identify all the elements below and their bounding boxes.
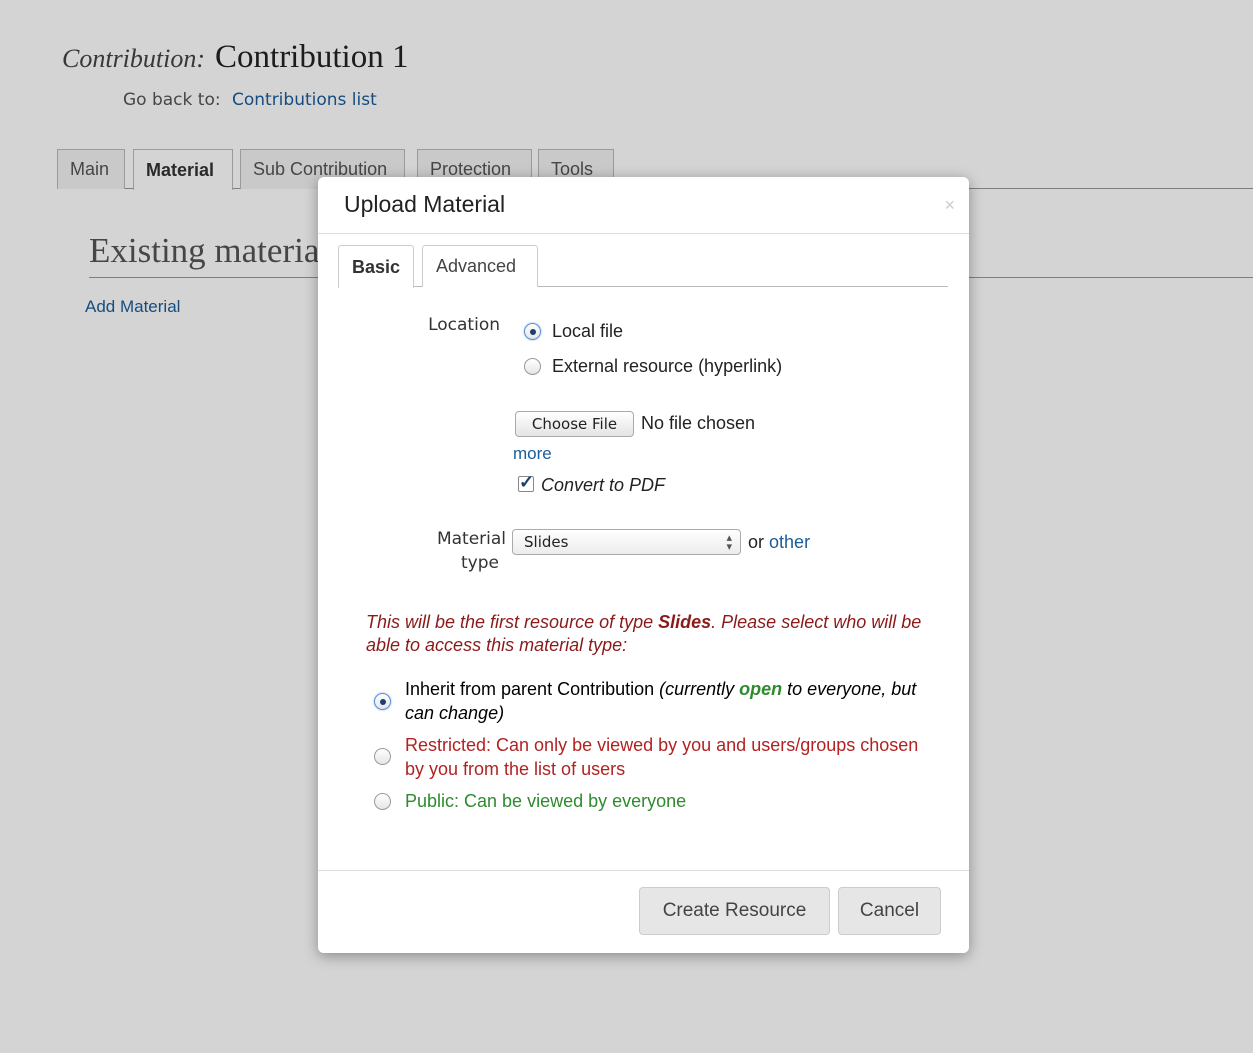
- access-warning: This will be the first resource of type …: [366, 611, 926, 657]
- radio-unchecked-icon: [374, 748, 391, 765]
- access-option-inherit[interactable]: Inherit from parent Contribution (curren…: [374, 677, 934, 729]
- radio-checked-icon: [524, 323, 541, 340]
- material-type-select[interactable]: Slides ▴ ▾: [512, 529, 741, 555]
- material-type-label-line2: type: [461, 553, 499, 573]
- local-file-label: Local file: [552, 321, 624, 341]
- inherit-status: open: [739, 679, 783, 699]
- external-resource-label: External resource (hyperlink): [552, 356, 783, 376]
- radio-unchecked-icon: [524, 358, 541, 375]
- upload-material-dialog: Upload Material × Basic Advanced Locatio…: [318, 177, 969, 953]
- external-resource-radio[interactable]: [524, 358, 541, 380]
- other-type-link[interactable]: other: [769, 532, 810, 552]
- local-file-radio[interactable]: [524, 323, 541, 345]
- warning-prefix: This will be the first resource of type: [366, 612, 659, 632]
- inherit-text: Inherit from parent Contribution (curren…: [405, 677, 925, 725]
- dialog-footer: Create Resource Cancel: [318, 870, 969, 953]
- location-label: Location: [428, 315, 500, 335]
- dialog-tabs: Basic Advanced: [338, 245, 948, 288]
- choose-file-button[interactable]: Choose File: [515, 411, 634, 437]
- more-link[interactable]: more: [513, 444, 552, 464]
- or-other: or other: [748, 532, 810, 553]
- create-resource-button[interactable]: Create Resource: [639, 887, 830, 935]
- restricted-text: Restricted: Can only be viewed by you an…: [405, 735, 919, 779]
- warning-type: Slides: [658, 612, 712, 632]
- select-arrows-icon: ▴ ▾: [726, 531, 732, 553]
- material-type-label-line1: Material: [436, 529, 506, 549]
- radio-unchecked-icon: [374, 793, 391, 810]
- convert-to-pdf-checkbox[interactable]: [518, 472, 534, 493]
- material-type-label: Material type: [388, 527, 506, 575]
- convert-to-pdf-label: Convert to PDF: [541, 475, 666, 495]
- tab-basic[interactable]: Basic: [338, 245, 414, 288]
- material-type-selected: Slides: [524, 533, 569, 551]
- inherit-note-prefix: (currently: [659, 679, 740, 699]
- tab-advanced[interactable]: Advanced: [422, 245, 538, 287]
- close-icon[interactable]: ×: [944, 195, 955, 216]
- dialog-title: Upload Material: [344, 191, 506, 217]
- cancel-button[interactable]: Cancel: [838, 887, 941, 935]
- radio-checked-icon: [374, 693, 391, 710]
- access-option-restricted[interactable]: Restricted: Can only be viewed by you an…: [374, 733, 934, 785]
- dialog-header: Upload Material ×: [318, 177, 969, 234]
- access-option-public[interactable]: Public: Can be viewed by everyone: [374, 789, 934, 817]
- file-status: No file chosen: [641, 413, 756, 433]
- inherit-label: Inherit from parent Contribution: [405, 679, 660, 699]
- or-text: or: [748, 532, 765, 552]
- public-text: Public: Can be viewed by everyone: [405, 791, 687, 811]
